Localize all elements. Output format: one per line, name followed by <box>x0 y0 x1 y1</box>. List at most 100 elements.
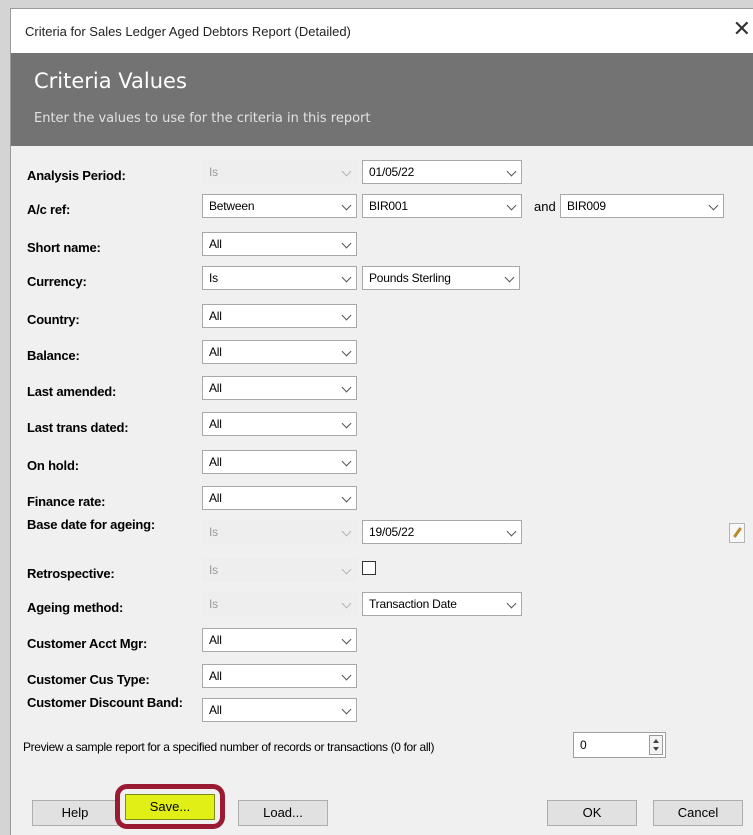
chevron-down-icon <box>341 456 352 467</box>
operator-dropdown[interactable]: All <box>202 376 357 400</box>
retrospective-checkbox[interactable] <box>362 561 376 575</box>
save-button[interactable]: Save... <box>125 794 215 820</box>
preview-count-stepper[interactable]: 0 <box>573 732 666 758</box>
operator-value: Is <box>209 165 218 179</box>
operator-dropdown[interactable]: All <box>202 698 357 722</box>
operator-value: All <box>209 381 222 395</box>
value-dropdown[interactable]: BIR001 <box>362 194 522 218</box>
operator-value: All <box>209 237 222 251</box>
load-button[interactable]: Load... <box>238 800 328 826</box>
chevron-down-icon <box>341 598 352 609</box>
operator-dropdown[interactable]: All <box>202 304 357 328</box>
operator-dropdown[interactable]: All <box>202 486 357 510</box>
chevron-down-icon <box>341 492 352 503</box>
criteria-label: Short name: <box>27 240 101 255</box>
operator-dropdown[interactable]: All <box>202 664 357 688</box>
criteria-label: Currency: <box>27 274 87 289</box>
value-dropdown[interactable]: 19/05/22 <box>362 520 522 544</box>
edit-date-button[interactable] <box>729 523 745 543</box>
operator-value: Is <box>209 271 218 285</box>
criteria-label: Analysis Period: <box>27 168 126 183</box>
cancel-button[interactable]: Cancel <box>653 800 743 826</box>
criteria-label: A/c ref: <box>27 202 71 217</box>
chevron-down-icon <box>341 670 352 681</box>
chevron-down-icon <box>341 200 352 211</box>
value-dropdown[interactable]: Pounds Sterling <box>362 266 520 290</box>
operator-dropdown[interactable]: All <box>202 340 357 364</box>
chevron-down-icon <box>506 526 517 537</box>
operator-value: All <box>209 309 222 323</box>
chevron-down-icon <box>341 382 352 393</box>
spin-down-icon[interactable] <box>653 747 659 751</box>
close-icon[interactable]: ✕ <box>733 18 751 40</box>
window-title: Criteria for Sales Ledger Aged Debtors R… <box>25 24 351 39</box>
value-text: Pounds Sterling <box>369 271 451 285</box>
operator-value: All <box>209 669 222 683</box>
chevron-down-icon <box>341 166 352 177</box>
operator-dropdown[interactable]: Is <box>202 266 357 290</box>
operator-dropdown[interactable]: All <box>202 450 357 474</box>
chevron-down-icon <box>341 346 352 357</box>
operator-value: All <box>209 455 222 469</box>
banner-title: Criteria Values <box>34 69 187 93</box>
criteria-label: Customer Cus Type: <box>27 672 150 687</box>
operator-value: All <box>209 417 222 431</box>
criteria-label: Customer Discount Band: <box>27 695 183 710</box>
operator-value: Between <box>209 199 255 213</box>
value-text: Transaction Date <box>369 597 457 611</box>
operator-value: Is <box>209 525 218 539</box>
criteria-banner: Criteria Values Enter the values to use … <box>11 53 753 146</box>
preview-label: Preview a sample report for a specified … <box>23 740 435 754</box>
title-bar: Criteria for Sales Ledger Aged Debtors R… <box>11 9 753 53</box>
chevron-down-icon <box>341 418 352 429</box>
operator-dropdown: Is <box>202 558 357 582</box>
operator-value: Is <box>209 563 218 577</box>
spin-up-icon[interactable] <box>653 739 659 743</box>
value-dropdown[interactable]: 01/05/22 <box>362 160 522 184</box>
criteria-label: Last trans dated: <box>27 420 129 435</box>
criteria-label: Base date for ageing: <box>27 517 155 532</box>
operator-dropdown: Is <box>202 592 357 616</box>
banner-subtitle: Enter the values to use for the criteria… <box>34 111 371 126</box>
chevron-down-icon <box>506 166 517 177</box>
operator-value: All <box>209 345 222 359</box>
chevron-down-icon <box>341 526 352 537</box>
operator-dropdown[interactable]: All <box>202 412 357 436</box>
operator-value: All <box>209 633 222 647</box>
chevron-down-icon <box>506 200 517 211</box>
operator-dropdown[interactable]: All <box>202 232 357 256</box>
value-to-text: BIR009 <box>567 199 606 213</box>
chevron-down-icon <box>504 272 515 283</box>
preview-count-value: 0 <box>580 738 587 752</box>
criteria-label: Last amended: <box>27 384 117 399</box>
criteria-label: Finance rate: <box>27 494 106 509</box>
value-text: 01/05/22 <box>369 165 415 179</box>
spinner-arrows-icon[interactable] <box>649 735 663 755</box>
criteria-label: Balance: <box>27 348 80 363</box>
and-label: and <box>534 199 556 214</box>
chevron-down-icon <box>506 598 517 609</box>
ok-button[interactable]: OK <box>547 800 637 826</box>
operator-dropdown: Is <box>202 520 357 544</box>
chevron-down-icon <box>341 310 352 321</box>
pencil-icon <box>733 527 742 538</box>
criteria-label: Country: <box>27 312 80 327</box>
operator-value: All <box>209 491 222 505</box>
chevron-down-icon <box>341 238 352 249</box>
criteria-label: Ageing method: <box>27 600 124 615</box>
chevron-down-icon <box>341 272 352 283</box>
value-to-dropdown[interactable]: BIR009 <box>560 194 724 218</box>
operator-dropdown[interactable]: All <box>202 628 357 652</box>
operator-dropdown: Is <box>202 160 357 184</box>
chevron-down-icon <box>341 634 352 645</box>
value-dropdown[interactable]: Transaction Date <box>362 592 522 616</box>
criteria-label: Retrospective: <box>27 566 115 581</box>
operator-value: All <box>209 703 222 717</box>
operator-dropdown[interactable]: Between <box>202 194 357 218</box>
criteria-label: On hold: <box>27 458 79 473</box>
chevron-down-icon <box>341 564 352 575</box>
criteria-label: Customer Acct Mgr: <box>27 636 148 651</box>
help-button[interactable]: Help <box>32 800 118 826</box>
value-text: BIR001 <box>369 199 408 213</box>
value-text: 19/05/22 <box>369 525 415 539</box>
